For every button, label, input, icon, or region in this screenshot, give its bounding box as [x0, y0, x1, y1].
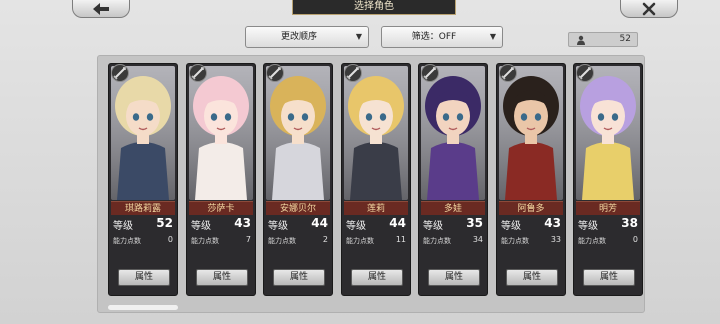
level-row: 等级 35	[422, 216, 484, 232]
character-name: 多娃	[421, 201, 485, 215]
character-card[interactable]: 阿鲁多 等级 43 能力点数 33 属性	[496, 63, 566, 296]
attributes-button[interactable]: 属性	[118, 269, 170, 286]
level-value: 43	[544, 216, 561, 230]
sort-dropdown[interactable]: 更改顺序 ▼	[245, 26, 369, 48]
ability-points-value: 34	[472, 235, 483, 244]
ability-points-label: 能力点数	[578, 237, 606, 245]
ability-points-label: 能力点数	[346, 237, 374, 245]
character-portrait	[189, 66, 253, 200]
character-portrait	[499, 66, 563, 200]
level-value: 44	[311, 216, 328, 230]
character-card[interactable]: 多娃 等级 35 能力点数 34 属性	[418, 63, 488, 296]
character-portrait	[576, 66, 640, 200]
ability-points-row: 能力点数 34	[422, 235, 484, 247]
sword-class-icon	[576, 64, 594, 82]
ability-points-value: 11	[395, 235, 406, 244]
character-name: 莲莉	[344, 201, 408, 215]
ability-points-row: 能力点数 7	[190, 235, 252, 247]
ability-points-row: 能力点数 0	[112, 235, 174, 247]
character-portrait	[344, 66, 408, 200]
person-icon	[577, 35, 585, 45]
level-value: 44	[389, 216, 406, 230]
level-value: 43	[234, 216, 251, 230]
attributes-button[interactable]: 属性	[506, 269, 558, 286]
sword-class-icon	[421, 64, 439, 82]
character-name: 琪路莉露	[111, 201, 175, 215]
level-row: 等级 43	[190, 216, 252, 232]
level-row: 等级 44	[267, 216, 329, 232]
level-label: 等级	[501, 221, 521, 232]
level-value: 35	[466, 216, 483, 230]
level-row: 等级 52	[112, 216, 174, 232]
ability-points-value: 33	[550, 235, 561, 244]
character-portrait	[266, 66, 330, 200]
character-card[interactable]: 莎萨卡 等级 43 能力点数 7 属性	[186, 63, 256, 296]
character-portrait-image	[344, 66, 408, 200]
character-portrait	[111, 66, 175, 200]
character-portrait-image	[421, 66, 485, 200]
ability-points-value: 0	[167, 235, 173, 244]
ability-points-label: 能力点数	[268, 237, 296, 245]
ability-points-label: 能力点数	[113, 237, 141, 245]
count-value: 52	[619, 34, 631, 44]
ability-points-label: 能力点数	[501, 237, 529, 245]
filter-label: 筛选：OFF	[411, 32, 457, 42]
ability-points-label: 能力点数	[191, 237, 219, 245]
character-card[interactable]: 安娜贝尔 等级 44 能力点数 2 属性	[263, 63, 333, 296]
character-name: 安娜贝尔	[266, 201, 330, 215]
ability-points-row: 能力点数 11	[345, 235, 407, 247]
attributes-button[interactable]: 属性	[351, 269, 403, 286]
sort-label: 更改顺序	[280, 32, 317, 42]
close-button[interactable]	[620, 0, 678, 18]
attributes-button[interactable]: 属性	[428, 269, 480, 286]
sword-class-icon	[344, 64, 362, 82]
sword-class-icon	[266, 64, 284, 82]
level-label: 等级	[423, 221, 443, 232]
sword-class-icon	[189, 64, 207, 82]
level-row: 等级 43	[500, 216, 562, 232]
sword-class-icon	[111, 64, 129, 82]
character-portrait-image	[111, 66, 175, 200]
character-name: 明芳	[576, 201, 640, 215]
sword-class-icon	[499, 64, 517, 82]
level-value: 52	[156, 216, 173, 230]
level-label: 等级	[268, 221, 288, 232]
character-portrait-image	[266, 66, 330, 200]
filter-dropdown[interactable]: 筛选：OFF ▼	[381, 26, 503, 48]
character-name: 阿鲁多	[499, 201, 563, 215]
ability-points-value: 0	[632, 235, 638, 244]
character-card[interactable]: 琪路莉露 等级 52 能力点数 0 属性	[108, 63, 178, 296]
chevron-down-icon: ▼	[489, 32, 496, 41]
ability-points-row: 能力点数 33	[500, 235, 562, 247]
ability-points-label: 能力点数	[423, 237, 451, 245]
page-title: 选择角色	[292, 0, 456, 15]
character-card[interactable]: 明芳 等级 38 能力点数 0 属性	[573, 63, 643, 296]
character-portrait-image	[499, 66, 563, 200]
horizontal-scrollbar[interactable]	[108, 305, 178, 310]
back-button[interactable]	[72, 0, 130, 18]
chevron-down-icon: ▼	[355, 32, 362, 41]
ability-points-value: 7	[245, 235, 251, 244]
ability-points-row: 能力点数 2	[267, 235, 329, 247]
character-card[interactable]: 莲莉 等级 44 能力点数 11 属性	[341, 63, 411, 296]
level-row: 等级 44	[345, 216, 407, 232]
attributes-button[interactable]: 属性	[583, 269, 635, 286]
back-arrow-icon	[93, 3, 109, 15]
level-label: 等级	[578, 221, 598, 232]
character-portrait	[421, 66, 485, 200]
character-portrait-image	[576, 66, 640, 200]
attributes-button[interactable]: 属性	[196, 269, 248, 286]
character-name: 莎萨卡	[189, 201, 253, 215]
attributes-button[interactable]: 属性	[273, 269, 325, 286]
level-label: 等级	[113, 221, 133, 232]
level-label: 等级	[191, 221, 211, 232]
level-label: 等级	[346, 221, 366, 232]
ability-points-value: 2	[322, 235, 328, 244]
character-count: 52	[568, 32, 638, 47]
level-value: 38	[621, 216, 638, 230]
ability-points-row: 能力点数 0	[577, 235, 639, 247]
close-x-icon	[642, 2, 656, 16]
character-portrait-image	[189, 66, 253, 200]
level-row: 等级 38	[577, 216, 639, 232]
